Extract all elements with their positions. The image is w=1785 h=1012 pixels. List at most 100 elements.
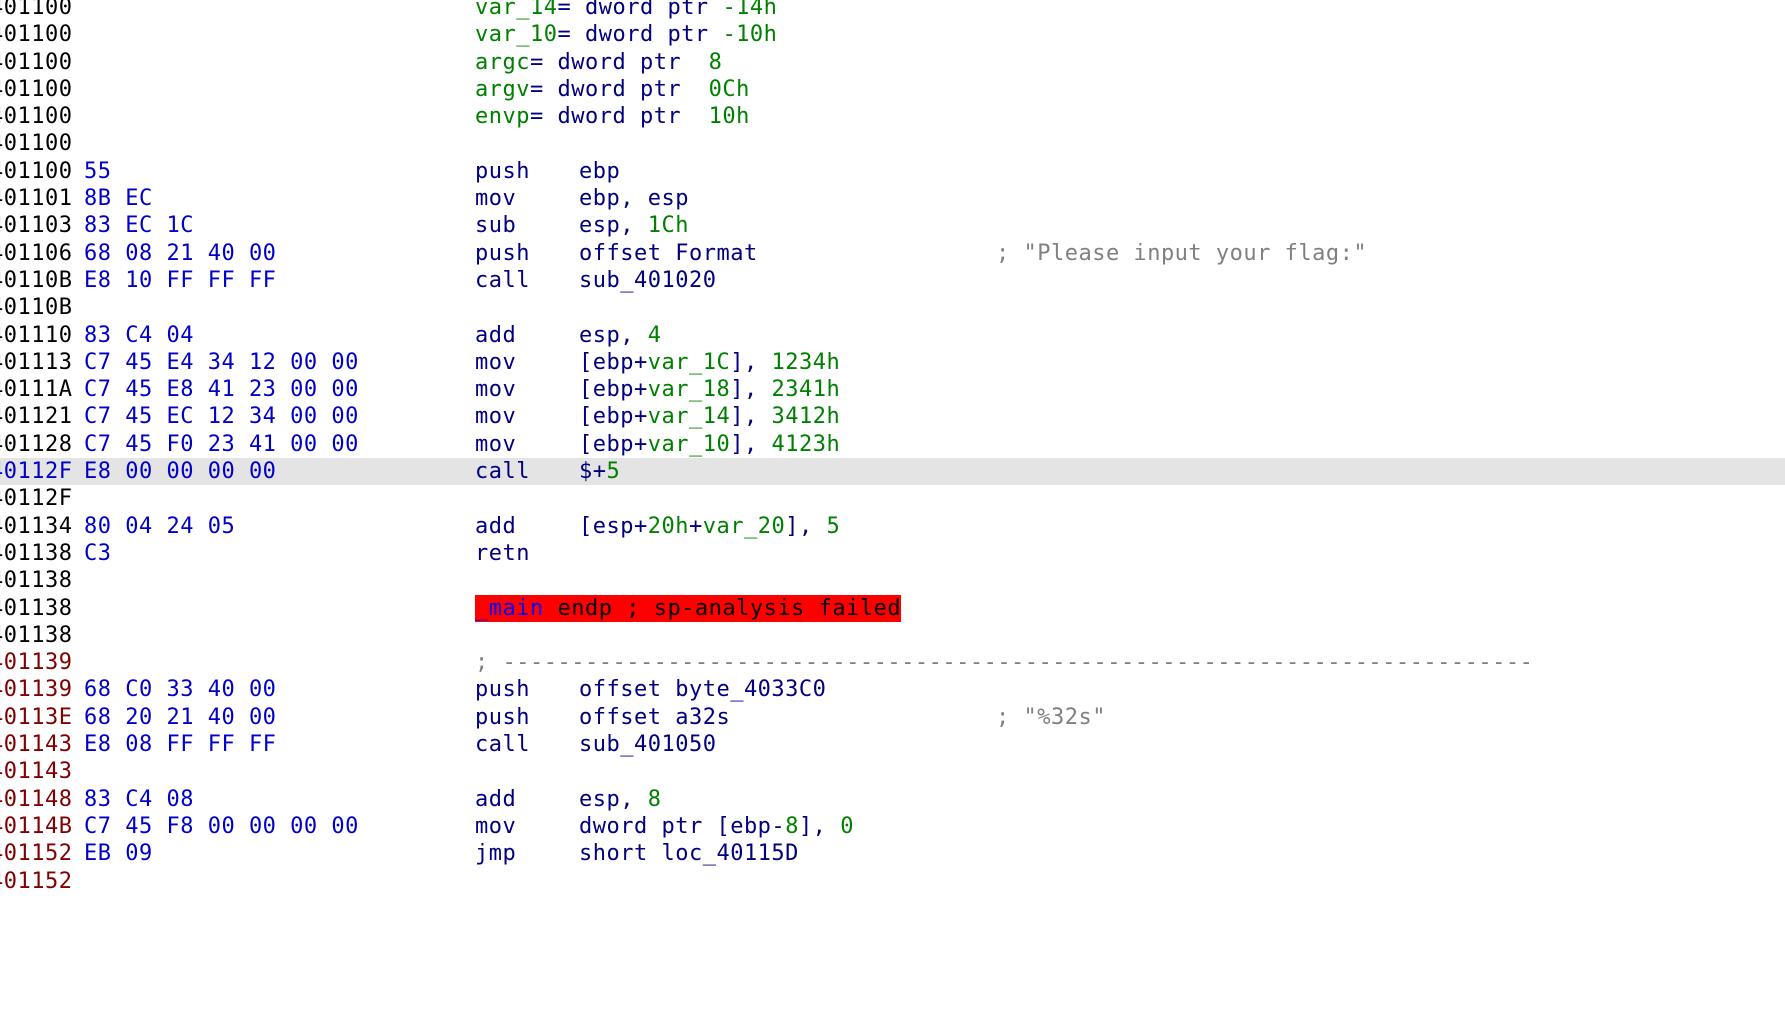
operands[interactable]: offset byte_4033C0 xyxy=(579,676,826,703)
instruction-row[interactable]: 401100 55 push ebp xyxy=(0,158,1785,185)
mnemonic[interactable]: call xyxy=(475,458,530,485)
operands[interactable]: [ebp+var_14], 3412h xyxy=(579,403,840,430)
function-name[interactable]: _main xyxy=(475,596,544,621)
instruction-row[interactable]: 401148 83 C4 08 add esp, 8 xyxy=(0,786,1785,813)
address[interactable]: 401143 xyxy=(0,731,72,758)
address[interactable]: 401100 xyxy=(0,49,72,76)
address[interactable]: 401113 xyxy=(0,349,72,376)
address[interactable]: 401100 xyxy=(0,158,72,185)
instruction-row[interactable]: 401113 C7 45 E4 34 12 00 00 mov [ebp+var_1C… xyxy=(0,349,1785,376)
mnemonic[interactable]: retn xyxy=(475,540,530,567)
operands[interactable]: dword ptr [ebp-8], 0 xyxy=(579,813,854,840)
operands[interactable]: offset Format xyxy=(579,240,758,267)
operands[interactable]: sub_401050 xyxy=(579,731,716,758)
address[interactable]: 401103 xyxy=(0,212,72,239)
instruction-row[interactable]: 401106 68 08 21 40 00 push offset Format ; "… xyxy=(0,240,1785,267)
mnemonic[interactable]: jmp xyxy=(475,840,516,867)
address[interactable]: 401100 xyxy=(0,21,72,48)
mnemonic[interactable]: add xyxy=(475,322,516,349)
blank-row[interactable]: 401138 xyxy=(0,622,1785,649)
mnemonic[interactable]: call xyxy=(475,267,530,294)
var-name[interactable]: argc xyxy=(475,50,530,75)
mnemonic[interactable]: sub xyxy=(475,212,516,239)
operands[interactable]: [ebp+var_1C], 1234h xyxy=(579,349,840,376)
address[interactable]: 401138 xyxy=(0,595,72,622)
operands[interactable]: esp, 8 xyxy=(579,786,661,813)
address[interactable]: 401128 xyxy=(0,431,72,458)
var-definition[interactable]: var_14= dword ptr -14h xyxy=(475,0,777,21)
operands[interactable]: [ebp+var_18], 2341h xyxy=(579,376,840,403)
endp-row[interactable]: 401138 _main endp ; sp-analysis failed xyxy=(0,594,1785,622)
operands[interactable]: [ebp+var_10], 4123h xyxy=(579,431,840,458)
address[interactable]: 401138 xyxy=(0,622,72,649)
operands[interactable]: esp, 4 xyxy=(579,322,661,349)
operands[interactable]: ebp, esp xyxy=(579,185,689,212)
operands[interactable]: short loc_40115D xyxy=(579,840,799,867)
instruction-row[interactable]: 401139 68 C0 33 40 00 push offset byte_4033… xyxy=(0,676,1785,703)
address[interactable]: 401100 xyxy=(0,103,72,130)
var-name[interactable]: var_14 xyxy=(475,0,557,20)
address[interactable]: 401152 xyxy=(0,840,72,867)
address[interactable]: 40114B xyxy=(0,813,72,840)
mnemonic[interactable]: push xyxy=(475,704,530,731)
address[interactable]: 401121 xyxy=(0,403,72,430)
address[interactable]: 40110B xyxy=(0,294,72,321)
address[interactable]: 40113E xyxy=(0,704,72,731)
operands[interactable]: ebp xyxy=(579,158,620,185)
stack-var-def[interactable]: 401100 argc= dword ptr 8 xyxy=(0,49,1785,76)
instruction-row[interactable]: 401134 80 04 24 05 add [esp+20h+var_20], 5 xyxy=(0,513,1785,540)
instruction-row[interactable]: 401101 8B EC mov ebp, esp xyxy=(0,185,1785,212)
instruction-row[interactable]: 401121 C7 45 EC 12 34 00 00 mov [ebp+var_14… xyxy=(0,403,1785,430)
instruction-row[interactable]: 401103 83 EC 1C sub esp, 1Ch xyxy=(0,212,1785,239)
mnemonic[interactable]: mov xyxy=(475,185,516,212)
var-name[interactable]: argv xyxy=(475,77,530,102)
operands[interactable]: offset a32s xyxy=(579,704,730,731)
instruction-row[interactable]: 401110 83 C4 04 add esp, 4 xyxy=(0,322,1785,349)
mnemonic[interactable]: mov xyxy=(475,431,516,458)
address[interactable]: 401139 xyxy=(0,676,72,703)
address[interactable]: 401106 xyxy=(0,240,72,267)
blank-row[interactable]: 401138 xyxy=(0,567,1785,594)
mnemonic[interactable]: push xyxy=(475,158,530,185)
address[interactable]: 401100 xyxy=(0,130,72,157)
blank-row[interactable]: 40110B xyxy=(0,294,1785,321)
blank-row[interactable]: 401100 xyxy=(0,130,1785,157)
mnemonic[interactable]: add xyxy=(475,786,516,813)
mnemonic[interactable]: mov xyxy=(475,349,516,376)
blank-row[interactable]: 401152 xyxy=(0,868,1785,895)
operands[interactable]: sub_401020 xyxy=(579,267,716,294)
address[interactable]: 40111A xyxy=(0,376,72,403)
operands[interactable]: esp, 1Ch xyxy=(579,212,689,239)
address[interactable]: 40112F xyxy=(0,458,72,485)
blank-row[interactable]: 40112F xyxy=(0,485,1785,512)
disassembly-listing[interactable]: 401100 var_14= dword ptr -14h 401100 var_10… xyxy=(0,0,1785,895)
address[interactable]: 401110 xyxy=(0,322,72,349)
instruction-row[interactable]: 40114B C7 45 F8 00 00 00 00 mov dword ptr [… xyxy=(0,813,1785,840)
address[interactable]: 40112F xyxy=(0,485,72,512)
instruction-row[interactable]: 40112F E8 00 00 00 00 call $+5 xyxy=(0,458,1785,486)
instruction-row[interactable]: 40111A C7 45 E8 41 23 00 00 mov [ebp+var_18… xyxy=(0,376,1785,403)
address[interactable]: 401101 xyxy=(0,185,72,212)
operands[interactable]: [esp+20h+var_20], 5 xyxy=(579,513,840,540)
var-name[interactable]: var_10 xyxy=(475,22,557,47)
mnemonic[interactable]: mov xyxy=(475,376,516,403)
stack-var-def[interactable]: 401100 var_10= dword ptr -10h xyxy=(0,21,1785,48)
instruction-row[interactable]: 40113E 68 20 21 40 00 push offset a32s ; "%3… xyxy=(0,704,1785,731)
sp-analysis-error[interactable]: _main endp ; sp-analysis failed xyxy=(475,594,902,622)
instruction-row[interactable]: 401143 E8 08 FF FF FF call sub_401050 xyxy=(0,731,1785,758)
mnemonic[interactable]: push xyxy=(475,240,530,267)
mnemonic[interactable]: add xyxy=(475,513,516,540)
blank-row[interactable]: 401143 xyxy=(0,758,1785,785)
var-definition[interactable]: envp= dword ptr 10h xyxy=(475,103,750,130)
address[interactable]: 401100 xyxy=(0,76,72,103)
address[interactable]: 401139 xyxy=(0,649,72,676)
address[interactable]: 401138 xyxy=(0,540,72,567)
instruction-row[interactable]: 401138 C3 retn xyxy=(0,540,1785,567)
var-definition[interactable]: var_10= dword ptr -10h xyxy=(475,21,777,48)
stack-var-def[interactable]: 401100 envp= dword ptr 10h xyxy=(0,103,1785,130)
separator-row[interactable]: 401139 ; --------------------------------… xyxy=(0,649,1785,676)
mnemonic[interactable]: call xyxy=(475,731,530,758)
address[interactable]: 401143 xyxy=(0,758,72,785)
mnemonic[interactable]: mov xyxy=(475,813,516,840)
address[interactable]: 401138 xyxy=(0,567,72,594)
